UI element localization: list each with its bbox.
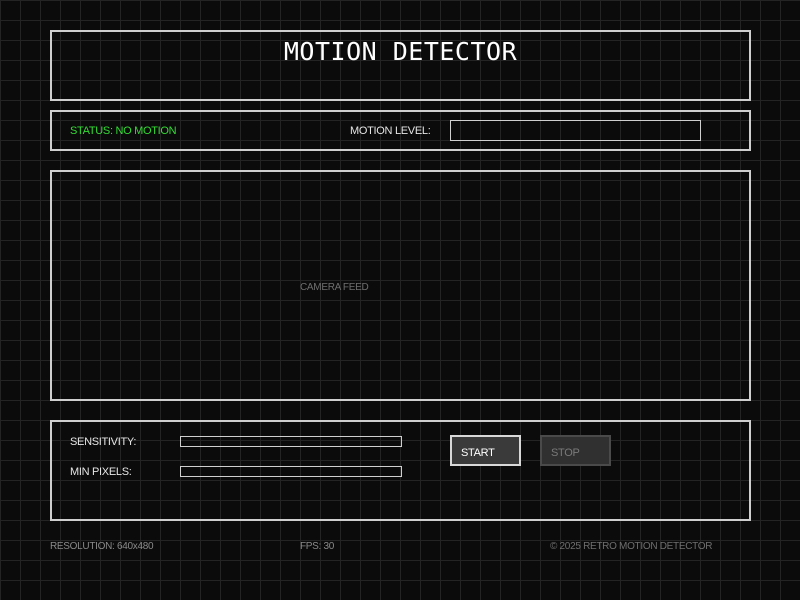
sensitivity-slider[interactable] [180,436,402,447]
min-pixels-slider[interactable] [180,466,402,477]
sensitivity-label: SENSITIVITY: [70,436,137,448]
page-title: MOTION DETECTOR [283,37,518,66]
status-panel: STATUS: NO MOTION MOTION LEVEL: [50,110,751,151]
title-panel: MOTION DETECTOR [50,30,751,101]
motion-level-meter [450,120,701,141]
camera-feed-placeholder: CAMERA FEED [300,282,369,293]
controls-panel: SENSITIVITY: MIN PIXELS: START STOP [50,420,751,521]
fps-readout: FPS: 30 [300,541,335,552]
status-text: STATUS: NO MOTION [70,125,177,137]
copyright-text: © 2025 RETRO MOTION DETECTOR [550,541,713,552]
motion-level-label: MOTION LEVEL: [350,125,431,137]
resolution-readout: RESOLUTION: 640x480 [50,541,154,552]
app-root: MOTION DETECTOR STATUS: NO MOTION MOTION… [0,0,800,600]
start-button[interactable]: START [450,435,521,466]
camera-feed: CAMERA FEED [50,170,751,401]
min-pixels-label: MIN PIXELS: [70,466,132,478]
stop-button[interactable]: STOP [540,435,611,466]
